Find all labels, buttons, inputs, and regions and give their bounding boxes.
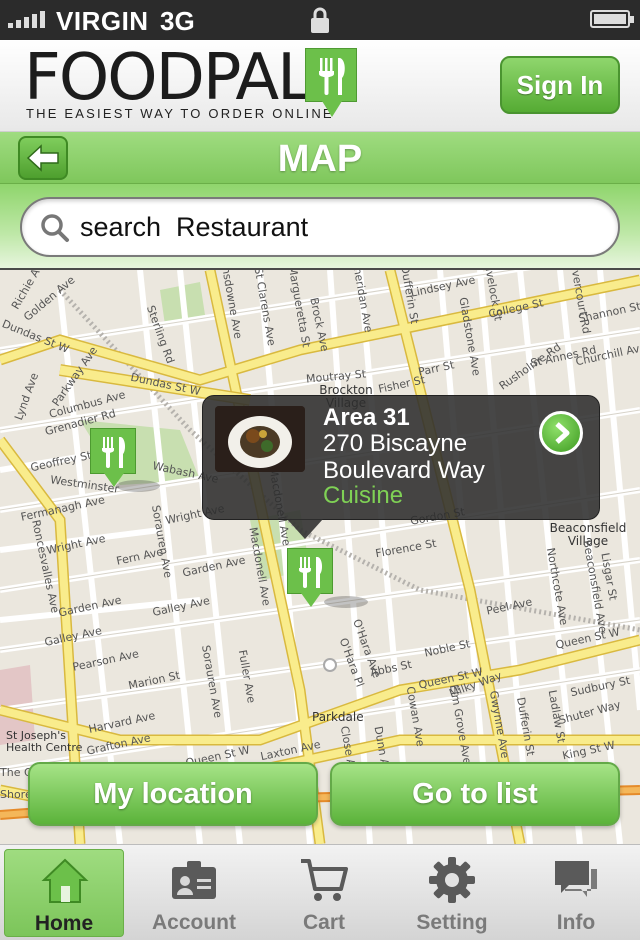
signal-bars-icon [8, 10, 45, 28]
chevron-right-circle-icon[interactable] [539, 411, 583, 455]
tab-setting[interactable]: Setting [392, 849, 512, 937]
home-icon [41, 858, 89, 903]
fork-knife-icon [299, 557, 323, 588]
sign-in-button[interactable]: Sign In [500, 56, 620, 114]
fork-knife-logo-icon [305, 48, 357, 117]
tab-label: Cart [302, 911, 345, 934]
restaurant-address: 270 Biscayne Boulevard Way [323, 430, 485, 484]
tab-label: Setting [416, 911, 488, 934]
go-to-list-button[interactable]: Go to list [330, 762, 620, 826]
battery-icon [590, 10, 634, 28]
tab-cart[interactable]: Cart [264, 849, 384, 937]
search-input[interactable] [80, 199, 600, 255]
tab-bar: Home Account Cart Setting Info [0, 844, 640, 940]
foodpal-logo: FOODPAL [24, 41, 313, 115]
street-label: Shore [0, 788, 32, 801]
restaurant-popup[interactable]: Area 31 270 Biscayne Boulevard Way Cuisi… [202, 395, 600, 539]
search-area [0, 184, 640, 270]
map-view[interactable]: Richie Av Golden Ave Dundas St W Sterlin… [0, 270, 640, 844]
restaurant-pin-icon[interactable] [90, 428, 136, 487]
area-label: St Joseph's Health Centre [6, 729, 83, 754]
cart-icon [301, 859, 348, 901]
restaurant-pin-icon[interactable] [287, 548, 333, 607]
page-title: MAP [277, 138, 363, 180]
carrier-name: VIRGIN [56, 6, 149, 36]
restaurant-name: Area 31 [323, 404, 410, 431]
restaurant-cuisine: Cuisine [323, 482, 404, 509]
speech-bubble-icon [555, 861, 597, 897]
network-type: 3G [160, 6, 195, 36]
my-location-button[interactable]: My location [28, 762, 318, 826]
tab-account[interactable]: Account [134, 849, 254, 937]
status-bar: VIRGIN 3G [0, 0, 640, 40]
search-box [20, 197, 620, 257]
area-label: Parkdale [312, 710, 364, 724]
tab-label: Home [34, 912, 94, 935]
gear-icon [429, 857, 475, 903]
title-bar: MAP [0, 132, 640, 184]
lock-icon [311, 7, 329, 33]
restaurant-photo [215, 406, 305, 472]
app-header: FOODPAL THE EASIEST WAY TO ORDER ONLINE … [0, 40, 640, 132]
tab-home[interactable]: Home [4, 849, 124, 937]
tab-label: Info [556, 911, 596, 934]
fork-knife-icon [102, 437, 126, 468]
search-icon [41, 214, 69, 242]
account-card-icon [172, 861, 216, 899]
logo-tagline: THE EASIEST WAY TO ORDER ONLINE [26, 106, 334, 121]
tab-info[interactable]: Info [516, 849, 636, 937]
tab-label: Account [152, 911, 236, 934]
